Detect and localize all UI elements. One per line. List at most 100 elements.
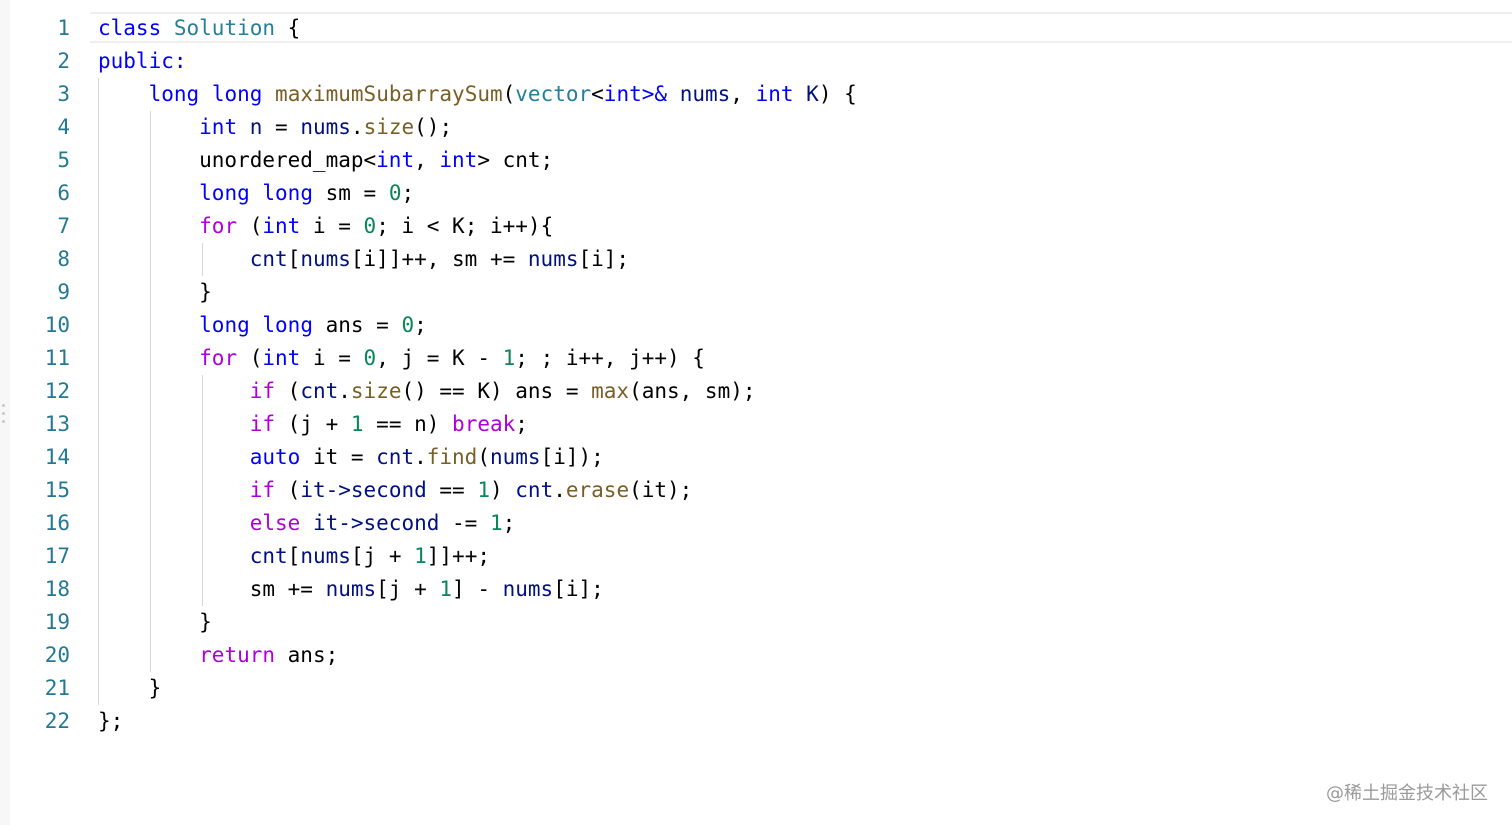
code-token: }; [98, 709, 124, 733]
code-token: int [439, 148, 478, 172]
code-token: ; [502, 511, 516, 535]
code-token: size [363, 115, 415, 139]
code-token: ; ; i++, j++) { [515, 346, 705, 370]
code-line: long long maximumSubarraySum(vector<int>… [98, 78, 857, 111]
code-line: } [98, 606, 857, 639]
code-token: nums [679, 82, 731, 106]
code-line: for (int i = 0, j = K - 1; ; i++, j++) { [98, 342, 857, 375]
code-token: >& [641, 82, 668, 106]
code-line: } [98, 276, 857, 309]
code-token: auto [249, 445, 301, 469]
code-token: i = [300, 346, 364, 370]
line-number: 5 [57, 148, 70, 172]
code-token: cnt [515, 478, 554, 502]
line-number: 1 [57, 16, 70, 40]
code-token: if [249, 412, 276, 436]
code-token: int [262, 214, 301, 238]
code-token: , [730, 82, 756, 106]
code-line: long long ans = 0; [98, 309, 857, 342]
code-token: , j = K - [376, 346, 503, 370]
code-token: int [376, 148, 415, 172]
line-number: 12 [44, 379, 70, 403]
code-content[interactable]: class Solution {public: long long maximu… [98, 12, 857, 738]
code-token: int [755, 82, 794, 106]
code-token: long [148, 82, 200, 106]
code-line: cnt[nums[j + 1]]++; [98, 540, 857, 573]
line-number: 14 [44, 445, 70, 469]
code-token: } [98, 610, 212, 634]
code-token: return [199, 643, 276, 667]
line-number: 19 [44, 610, 70, 634]
code-token: sm = [312, 181, 389, 205]
code-token: for [199, 346, 238, 370]
code-line: }; [98, 705, 857, 738]
code-token: ]]++; [426, 544, 490, 568]
code-token: (ans, sm); [629, 379, 756, 403]
code-token: ( [502, 82, 516, 106]
code-token: [i]); [540, 445, 604, 469]
code-line: auto it = cnt.find(nums[i]); [98, 441, 857, 474]
line-number: 4 [57, 115, 70, 139]
code-token: long [199, 181, 250, 205]
code-token: 1 [439, 577, 453, 601]
code-token: 1 [502, 346, 516, 370]
code-token: maximumSubarraySum [275, 82, 503, 106]
code-token: (j + [275, 412, 351, 436]
code-token: Solution [173, 16, 276, 40]
code-token: cnt [376, 445, 415, 469]
line-number: 20 [44, 643, 70, 667]
code-token: class [98, 16, 162, 40]
code-line: sm += nums[j + 1] - nums[i]; [98, 573, 857, 606]
code-token: nums [325, 577, 377, 601]
code-token: long [199, 313, 250, 337]
code-token: [j + [376, 577, 440, 601]
code-token: ( [275, 379, 301, 403]
code-token: i = [300, 214, 364, 238]
code-token: [ [287, 544, 301, 568]
code-token: [j + [350, 544, 415, 568]
code-token: break [452, 412, 516, 436]
code-token: cnt [249, 544, 288, 568]
code-token: K [806, 82, 819, 106]
line-number: 9 [57, 280, 70, 304]
code-token: [i]; [578, 247, 630, 271]
code-line: public: [98, 45, 857, 78]
code-line: if (cnt.size() == K) ans = max(ans, sm); [98, 375, 857, 408]
code-token: == n) [363, 412, 453, 436]
code-token: 1 [350, 412, 364, 436]
code-token: ; i < K; i++){ [376, 214, 554, 238]
code-token: [ [287, 247, 301, 271]
code-token: sm += [98, 577, 326, 601]
code-token: ( [237, 346, 263, 370]
code-token: nums [489, 445, 541, 469]
code-token: } [98, 280, 212, 304]
code-token: [i]]++, sm += [350, 247, 528, 271]
line-number: 18 [44, 577, 70, 601]
code-token: ( [275, 478, 301, 502]
code-token: int [262, 346, 301, 370]
code-token: ] - [452, 577, 503, 601]
code-token: cnt [300, 379, 339, 403]
code-token: vector [515, 82, 592, 106]
code-line: return ans; [98, 639, 857, 672]
code-token: 1 [489, 511, 503, 535]
code-line: for (int i = 0; i < K; i++){ [98, 210, 857, 243]
code-token: if [249, 379, 276, 403]
code-editor[interactable]: 1 2 3 4 5 6 7 8 9 10 11 12 13 14 15 16 17 18 19 20 21 22 clas… [0, 0, 1512, 825]
code-token: int [199, 115, 238, 139]
code-token: if [249, 478, 276, 502]
code-token: size [350, 379, 402, 403]
